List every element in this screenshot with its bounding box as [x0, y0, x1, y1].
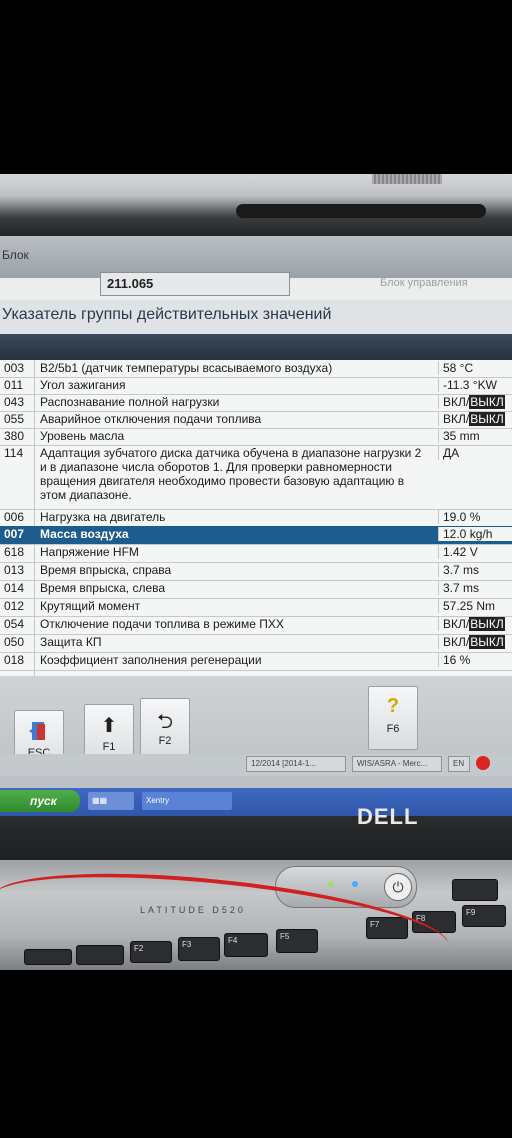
laptop-bezel-top [0, 174, 512, 236]
control-unit-field: 211.065 [100, 272, 290, 296]
status-tag: ВЫКЛ [469, 635, 505, 649]
page-title: Указатель группы действительных значений [0, 300, 512, 334]
f2-button[interactable]: ⮌ F2 [140, 698, 190, 762]
exit-door-icon [15, 719, 63, 747]
start-button[interactable]: пуск [0, 790, 80, 812]
task-item-2014[interactable]: 12/2014 [2014-1... [246, 756, 346, 772]
header-right-label: Блок управления [380, 277, 468, 289]
vent-grille [372, 174, 442, 184]
app-header: Блок 211.065 Блок управления [0, 236, 512, 296]
table-row[interactable]: 043 Распознавание полной нагрузки ВКЛ/ВЫ… [0, 394, 512, 412]
table-row[interactable]: 006 Нагрузка на двигатель 19.0 % [0, 509, 512, 527]
table-row[interactable]: 055 Аварийное отключения подачи топлива … [0, 411, 512, 429]
key-f9: F9 [462, 905, 506, 927]
dell-logo: DELL [357, 804, 419, 829]
language-indicator[interactable]: EN [448, 756, 470, 772]
status-tag: ВЫКЛ [469, 412, 505, 426]
table-row-selected[interactable]: 007 Масса воздуха 12.0 kg/h [0, 526, 512, 545]
status-bar: 12/2014 [2014-1... WIS/ASRA - Merc... EN [0, 754, 512, 776]
stop-icon[interactable] [476, 756, 490, 770]
key [24, 949, 72, 965]
laptop-screen: Блок 211.065 Блок управления Указатель г… [0, 236, 512, 816]
table-row[interactable]: 014 Время впрыска, слева 3.7 ms [0, 580, 512, 599]
f6-button[interactable]: ? F6 [368, 686, 418, 750]
table-row[interactable]: 114 Адаптация зубчатого диска датчика об… [0, 445, 512, 510]
table-row[interactable]: 012 Крутящий момент 57.25 Nm [0, 598, 512, 617]
table-row[interactable]: 003 B2/5b1 (датчик температуры всасываем… [0, 360, 512, 378]
webcam-slot [236, 204, 486, 218]
function-key-toolbar: ESC ⬆ F1 ⮌ F2 ? F6 [0, 676, 512, 796]
status-tag: ВЫКЛ [469, 617, 505, 631]
table-header-bar [0, 334, 512, 360]
table-row[interactable]: 618 Напряжение HFM 1.42 V [0, 544, 512, 563]
task-item-wis[interactable]: WIS/ASRA - Merc... [352, 756, 442, 772]
table-row[interactable]: 050 Защита КП ВКЛ/ВЫКЛ [0, 634, 512, 653]
quick-launch[interactable]: ▦▦ [88, 792, 134, 810]
table-row[interactable]: 013 Время впрыска, справа 3.7 ms [0, 562, 512, 581]
u-turn-arrow-icon: ⮌ [156, 711, 174, 733]
key [452, 879, 498, 901]
windows-taskbar: пуск ▦▦ Xentry [0, 788, 512, 816]
status-tag: ВЫКЛ [469, 395, 505, 409]
header-label: Блок [2, 248, 29, 262]
table-row[interactable]: 380 Уровень масла 35 mm [0, 428, 512, 446]
table-row[interactable]: 018 Коэффициент заполнения регенерации 1… [0, 652, 512, 671]
taskbar-xentry[interactable]: Xentry [142, 792, 232, 810]
table-row[interactable]: 011 Угол зажигания -11.3 °KW [0, 377, 512, 395]
arrow-up-icon: ⬆ [100, 715, 118, 737]
table-row[interactable]: 054 Отключение подачи топлива в режиме П… [0, 616, 512, 635]
help-question-icon: ? [386, 695, 400, 717]
